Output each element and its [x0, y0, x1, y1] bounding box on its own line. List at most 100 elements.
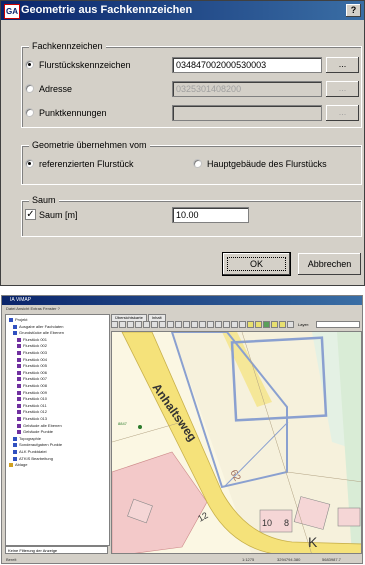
- toolbar-tool-icon[interactable]: [223, 321, 230, 328]
- tree-item[interactable]: ALK Punktdatei: [13, 449, 47, 454]
- toolbar-tool-icon[interactable]: [271, 321, 278, 328]
- toolbar-tool-icon[interactable]: [135, 321, 142, 328]
- map-canvas[interactable]: Anhaltsweg 62 12 10 8 K 8847: [112, 332, 362, 554]
- tree-item-label: Flurstück 001: [23, 336, 48, 342]
- tree-item[interactable]: Flurstück 003: [17, 350, 47, 355]
- radio-label: Adresse: [39, 84, 73, 94]
- layer-icon: [17, 410, 21, 415]
- tree-item-label: Topographie: [19, 435, 42, 441]
- radio-button[interactable]: [25, 108, 34, 117]
- toolbar-tool-icon[interactable]: [215, 321, 222, 328]
- app-title-bar[interactable]: IA ViMAP: [2, 296, 362, 305]
- status-x: 3294794.380: [277, 557, 301, 562]
- app-menubar[interactable]: Datei Ansicht Extras Fenster ?: [2, 305, 362, 312]
- toolbar-tool-icon[interactable]: [239, 321, 246, 328]
- layer-icon: [13, 331, 17, 336]
- app-statusbar: Bereit 1:1275 3294794.380 5683987.7: [2, 555, 362, 563]
- dialog-title-bar[interactable]: GA Geometrie aus Fachkennzeichen ?: [1, 1, 364, 20]
- menu-items[interactable]: Datei Ansicht Extras Fenster ?: [6, 306, 60, 311]
- tree-item[interactable]: Projekt: [9, 317, 27, 322]
- browse-adresse-button[interactable]: ...: [326, 81, 359, 97]
- toolbar-tool-icon[interactable]: [119, 321, 126, 328]
- layer-icon: [17, 383, 21, 388]
- tree-status: Keine Filterung der Anzeige: [5, 546, 108, 554]
- tree-item[interactable]: Flurstück 010: [17, 396, 47, 401]
- tree-item[interactable]: Flurstück 013: [17, 416, 47, 421]
- tree-item[interactable]: Gebäude alle Ebenen: [17, 423, 62, 428]
- help-button[interactable]: ?: [346, 4, 361, 17]
- saum-label: Saum [m]: [39, 210, 78, 220]
- tree-item-label: Flurstück 011: [23, 402, 47, 408]
- toolbar-tool-icon[interactable]: [159, 321, 166, 328]
- tree-item-label: Flurstück 003: [23, 350, 48, 355]
- tree-item[interactable]: Flurstück 012: [17, 409, 47, 414]
- toolbar-tool-icon[interactable]: [231, 321, 238, 328]
- toolbar-tool-icon[interactable]: [255, 321, 262, 328]
- tree-item[interactable]: Sonderaufgaben Punkte: [13, 442, 62, 447]
- toolbar-tool-icon[interactable]: [151, 321, 158, 328]
- tree-item[interactable]: Flurstück 008: [17, 383, 47, 388]
- radio-button[interactable]: [25, 159, 34, 168]
- layer-icon: [17, 430, 21, 435]
- flurstueckskennzeichen-input[interactable]: 034847002000530003: [172, 57, 322, 73]
- radio-button[interactable]: [193, 159, 202, 168]
- app-title: IA ViMAP: [10, 297, 32, 303]
- house-number-8: 8: [284, 518, 289, 528]
- layer-icon: [17, 344, 21, 349]
- toolbar-tool-icon[interactable]: [207, 321, 214, 328]
- toolbar-tool-icon[interactable]: [263, 321, 270, 328]
- tree-item[interactable]: Flurstück 006: [17, 370, 47, 375]
- tree-item[interactable]: Flurstück 009: [17, 390, 47, 395]
- saum-input[interactable]: 10.00: [172, 207, 249, 223]
- tree-item[interactable]: Flurstück 004: [17, 357, 47, 362]
- app-window: IA ViMAP Datei Ansicht Extras Fenster ? …: [1, 295, 363, 564]
- cancel-button[interactable]: Abbrechen: [298, 253, 361, 275]
- toolbar-tool-icon[interactable]: [143, 321, 150, 328]
- tree-item[interactable]: Flurstück 001: [17, 337, 47, 342]
- tree-item-label: Gebäude Punkte: [23, 429, 54, 435]
- tree-item[interactable]: ATKIS Bearbeitung: [13, 456, 53, 461]
- tree-item[interactable]: Flurstück 005: [17, 363, 47, 368]
- toolbar-tool-icon[interactable]: [247, 321, 254, 328]
- tree-item[interactable]: Flurstück 002: [17, 343, 47, 348]
- ok-button[interactable]: OK: [222, 252, 291, 276]
- toolbar-tool-icon[interactable]: [175, 321, 182, 328]
- radio-button[interactable]: [25, 60, 34, 69]
- layer-icon: [17, 397, 21, 402]
- browse-punktkennungen-button[interactable]: ...: [326, 105, 359, 121]
- toolbar-tool-icon[interactable]: [127, 321, 134, 328]
- tree-item-label: Flurstück 002: [23, 343, 48, 349]
- toolbar-tool-icon[interactable]: [279, 321, 286, 328]
- toolbar-tool-icon[interactable]: [183, 321, 190, 328]
- layer-select[interactable]: [316, 321, 360, 328]
- tree-item[interactable]: Flurstück 011: [17, 403, 47, 408]
- tree-item[interactable]: Ablage: [9, 462, 27, 467]
- toolbar-tool-icon[interactable]: [199, 321, 206, 328]
- radio-button[interactable]: [25, 84, 34, 93]
- punktkennungen-input[interactable]: [172, 105, 322, 121]
- tree-item[interactable]: Flurstück 007: [17, 376, 47, 381]
- tree-item-label: Gebäude alle Ebenen: [23, 422, 62, 428]
- saum-legend: Saum: [29, 195, 59, 205]
- toolbar-tool-icon[interactable]: [191, 321, 198, 328]
- saum-checkbox[interactable]: ✓: [25, 209, 36, 220]
- radio-label: referenzierten Flurstück: [39, 159, 134, 169]
- dialog-window: GA Geometrie aus Fachkennzeichen ? Fachk…: [0, 0, 365, 286]
- toolbar-tool-icon[interactable]: [167, 321, 174, 328]
- tree-item-label: ATKIS Bearbeitung: [19, 455, 53, 461]
- tree-item[interactable]: Ausgabe aller Fachdaten: [13, 324, 63, 329]
- layer-icon: [17, 337, 21, 342]
- toolbar-tool-icon[interactable]: [287, 321, 294, 328]
- map-view[interactable]: Anhaltsweg 62 12 10 8 K 8847: [111, 331, 362, 554]
- fachkennzeichen-legend: Fachkennzeichen: [29, 41, 106, 51]
- layer-icon: [17, 364, 21, 369]
- layer-icon: [9, 317, 13, 322]
- house-number-10: 10: [262, 518, 272, 528]
- toolbar-tool-icon[interactable]: [111, 321, 118, 328]
- tree-item[interactable]: Topographie: [13, 436, 41, 441]
- browse-flurstueck-button[interactable]: ...: [326, 57, 359, 73]
- layer-tree[interactable]: Projekt Ausgabe aller Fachdaten Grundstück…: [5, 314, 110, 546]
- adresse-input[interactable]: 0325301408200: [172, 81, 322, 97]
- tree-item[interactable]: Grundstücke alle Ebenen: [13, 330, 64, 335]
- tree-item[interactable]: Gebäude Punkte: [17, 429, 53, 434]
